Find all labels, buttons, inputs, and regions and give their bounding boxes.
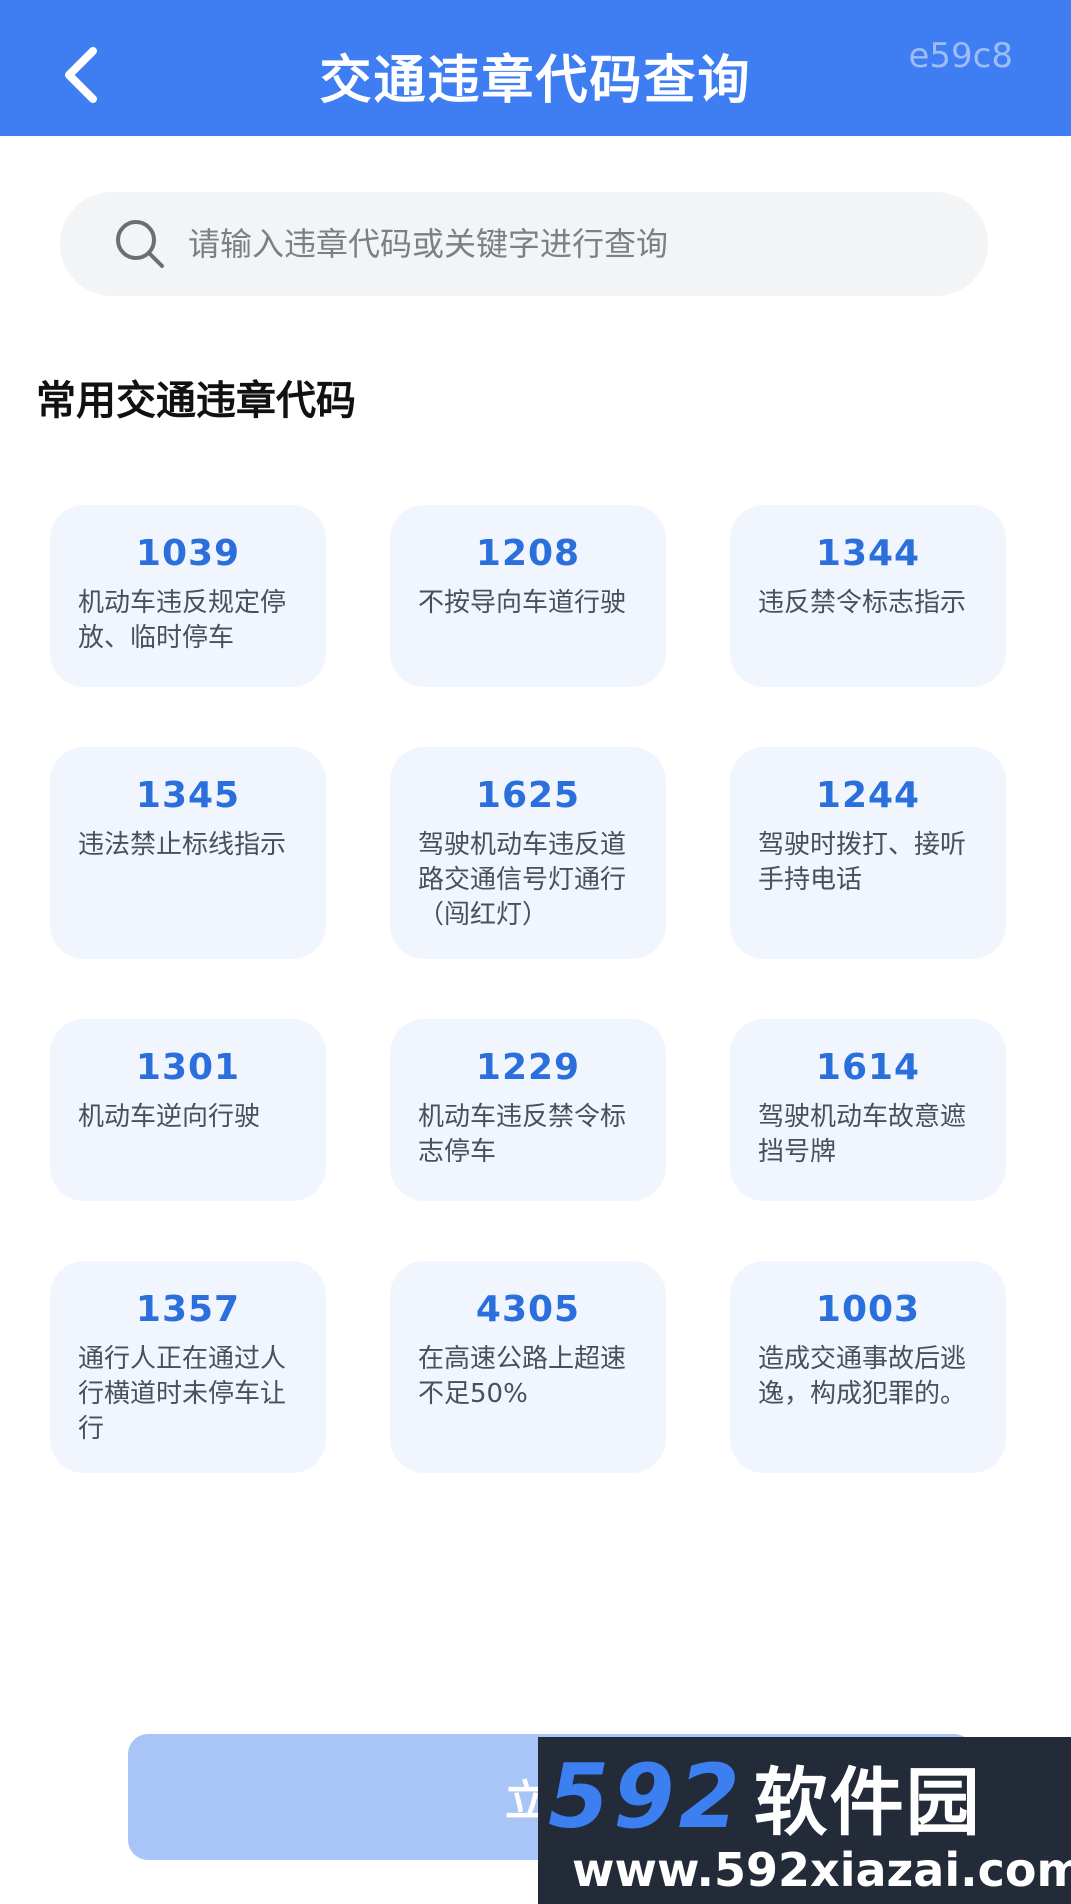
- watermark-logo: 592 软件园: [548, 1743, 982, 1850]
- violation-description: 违反禁令标志指示: [758, 588, 967, 618]
- violation-code: 1301: [135, 1047, 241, 1088]
- watermark-url: www.592xiazai.com: [572, 1843, 1071, 1897]
- violation-code: 1344: [815, 533, 921, 574]
- violation-code: 1357: [135, 1289, 241, 1330]
- violation-code: 1229: [475, 1047, 581, 1088]
- violation-description: 通行人正在通过人行横道时未停车让行: [78, 1344, 287, 1444]
- violation-card[interactable]: 1301 机动车逆向行驶: [50, 1019, 326, 1201]
- violation-card[interactable]: 1039 机动车违反规定停放、临时停车: [50, 505, 326, 687]
- violation-card[interactable]: 1344 违反禁令标志指示: [730, 505, 1006, 687]
- watermark-number: 592: [548, 1745, 744, 1848]
- site-watermark: 592 软件园 www.592xiazai.com: [538, 1737, 1071, 1904]
- page: 交通违章代码查询 e59c8 常用交通违章代码 1039 机动车违反规定停放、临…: [0, 0, 1071, 1904]
- search-icon: [116, 220, 164, 268]
- violation-description: 驾驶机动车故意遮挡号牌: [758, 1102, 967, 1167]
- violation-description: 违法禁止标线指示: [78, 830, 287, 860]
- violation-card[interactable]: 1244 驾驶时拨打、接听手持电话: [730, 747, 1006, 959]
- section-title: 常用交通违章代码: [36, 378, 356, 424]
- violation-code: 4305: [475, 1289, 581, 1330]
- violation-card[interactable]: 1229 机动车违反禁令标志停车: [390, 1019, 666, 1201]
- violation-description: 机动车违反禁令标志停车: [418, 1102, 627, 1167]
- search-input[interactable]: [186, 224, 988, 264]
- violation-code: 1039: [135, 533, 241, 574]
- violation-description: 机动车逆向行驶: [78, 1102, 261, 1132]
- watermark-name: 软件园: [753, 1760, 982, 1846]
- violation-card[interactable]: 1357 通行人正在通过人行横道时未停车让行: [50, 1261, 326, 1473]
- violation-card[interactable]: 1003 造成交通事故后逃逸，构成犯罪的。: [730, 1261, 1006, 1473]
- violation-card[interactable]: 1625 驾驶机动车违反道路交通信号灯通行（闯红灯）: [390, 747, 666, 959]
- header-bar: 交通违章代码查询 e59c8: [0, 0, 1071, 136]
- violation-description: 驾驶时拨打、接听手持电话: [758, 830, 967, 895]
- violation-card[interactable]: 4305 在高速公路上超速不足50%: [390, 1261, 666, 1473]
- violation-description: 机动车违反规定停放、临时停车: [78, 588, 287, 653]
- violation-code: 1345: [135, 775, 241, 816]
- violation-code: 1625: [475, 775, 581, 816]
- violation-card[interactable]: 1614 驾驶机动车故意遮挡号牌: [730, 1019, 1006, 1201]
- violation-description: 不按导向车道行驶: [418, 588, 627, 618]
- violation-code: 1003: [815, 1289, 921, 1330]
- violation-description: 造成交通事故后逃逸，构成犯罪的。: [758, 1344, 967, 1409]
- violation-code-grid: 1039 机动车违反规定停放、临时停车 1208 不按导向车道行驶 1344 违…: [50, 505, 1020, 1473]
- violation-description: 驾驶机动车违反道路交通信号灯通行（闯红灯）: [418, 830, 627, 930]
- violation-description: 在高速公路上超速不足50%: [418, 1344, 627, 1409]
- violation-code: 1614: [815, 1047, 921, 1088]
- violation-card[interactable]: 1345 违法禁止标线指示: [50, 747, 326, 959]
- violation-code: 1244: [815, 775, 921, 816]
- violation-card[interactable]: 1208 不按导向车道行驶: [390, 505, 666, 687]
- search-bar[interactable]: [60, 192, 988, 296]
- violation-code: 1208: [475, 533, 581, 574]
- header-code: e59c8: [908, 36, 1013, 76]
